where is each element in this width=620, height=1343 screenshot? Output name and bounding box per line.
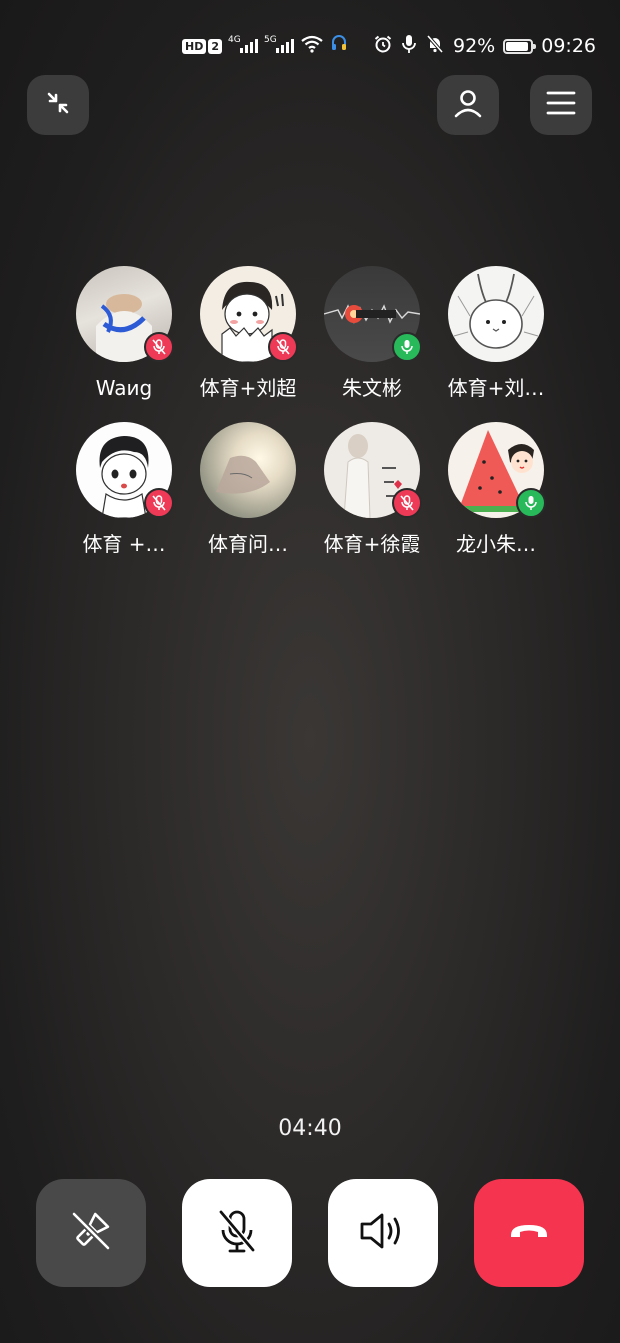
- alarm-icon: [373, 34, 393, 59]
- menu-icon: [546, 90, 576, 120]
- person-icon: [452, 87, 484, 123]
- avatar: [324, 266, 422, 362]
- call-controls: [36, 1179, 584, 1287]
- status-right: 92% 09:26: [373, 32, 596, 60]
- add-member-button[interactable]: [437, 75, 499, 135]
- mic-status-icon: [401, 34, 417, 59]
- participant-tile[interactable]: 体育+刘超: [186, 266, 310, 400]
- signal-5g-icon: 5G: [264, 35, 294, 53]
- shrink-icon: [43, 88, 73, 122]
- minimize-button[interactable]: [27, 75, 89, 135]
- battery-icon: [503, 38, 537, 54]
- call-timer: 04:40: [278, 1116, 342, 1141]
- hd-voice-badge: HD 2: [182, 38, 222, 54]
- avatar: [324, 422, 422, 518]
- sim-label: 2: [208, 38, 222, 54]
- mic-off-icon: [215, 1208, 259, 1258]
- avatar: [76, 422, 174, 518]
- menu-button[interactable]: [530, 75, 592, 135]
- avatar: [76, 266, 174, 362]
- participant-name: 朱文彬: [342, 376, 402, 400]
- wifi-icon: [300, 35, 324, 57]
- battery-percent: 92%: [453, 35, 496, 57]
- mute-button[interactable]: [182, 1179, 292, 1287]
- bell-off-icon: [425, 34, 445, 59]
- participant-name: 体育+刘…: [447, 376, 545, 400]
- participant-grid: Waиg 体育+刘超 朱文彬 体育+刘… 体育 +… 体育问… 体育+徐霞 龙小…: [62, 266, 562, 556]
- status-left: HD 2 4G 5G: [182, 34, 348, 58]
- mic-muted-badge: [144, 332, 174, 362]
- battery-fill: [506, 41, 529, 51]
- signal-4g-icon: 4G: [228, 35, 258, 53]
- mic-active-badge: [392, 332, 422, 362]
- participant-tile[interactable]: 体育+徐霞: [310, 422, 434, 556]
- flashlight-off-icon: [68, 1208, 114, 1258]
- clock: 09:26: [541, 35, 596, 57]
- headset-icon: [330, 34, 348, 58]
- participant-tile[interactable]: 体育问…: [186, 422, 310, 556]
- status-bar: HD 2 4G 5G 92% 09:26: [0, 0, 620, 90]
- speaker-icon: [358, 1211, 408, 1255]
- avatar: [200, 422, 296, 518]
- participant-name: Waиg: [95, 376, 153, 400]
- participant-name: 体育 +…: [82, 532, 166, 556]
- avatar: [200, 266, 298, 362]
- speaker-button[interactable]: [328, 1179, 438, 1287]
- participant-tile[interactable]: 朱文彬: [310, 266, 434, 400]
- flashlight-button[interactable]: [36, 1179, 146, 1287]
- hangup-button[interactable]: [474, 1179, 584, 1287]
- participant-tile[interactable]: Waиg: [62, 266, 186, 400]
- avatar: [448, 422, 546, 518]
- participant-tile[interactable]: 龙小朱…: [434, 422, 558, 556]
- avatar: [448, 266, 544, 362]
- mic-muted-badge: [144, 488, 174, 518]
- mic-active-badge: [516, 488, 546, 518]
- participant-name: 龙小朱…: [456, 532, 536, 556]
- participant-name: 体育+徐霞: [323, 532, 421, 556]
- participant-name: 体育问…: [208, 532, 288, 556]
- participant-tile[interactable]: 体育+刘…: [434, 266, 558, 400]
- mic-muted-badge: [268, 332, 298, 362]
- hd-label: HD: [182, 38, 207, 54]
- hangup-icon: [507, 1219, 551, 1247]
- participant-tile[interactable]: 体育 +…: [62, 422, 186, 556]
- mic-muted-badge: [392, 488, 422, 518]
- participant-name: 体育+刘超: [199, 376, 297, 400]
